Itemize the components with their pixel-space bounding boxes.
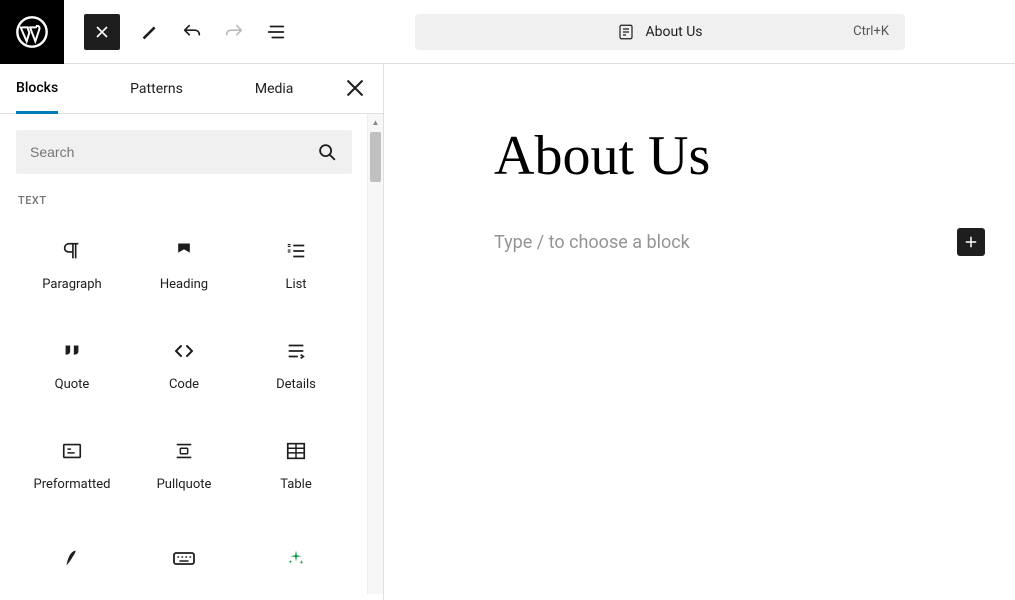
- tools-button[interactable]: [132, 14, 168, 50]
- preformatted-icon: [60, 439, 84, 463]
- keyboard-icon: [172, 546, 196, 570]
- inserter-scrollbar[interactable]: ▲: [367, 114, 383, 594]
- paragraph-icon: [60, 239, 84, 263]
- table-icon: [284, 439, 308, 463]
- page-icon: [617, 23, 635, 41]
- close-inserter-button[interactable]: [84, 14, 120, 50]
- block-table[interactable]: Table: [240, 415, 352, 515]
- tab-blocks[interactable]: Blocks: [16, 64, 58, 114]
- close-inserter-icon[interactable]: [345, 78, 365, 98]
- tab-patterns[interactable]: Patterns: [130, 64, 183, 114]
- block-pullquote[interactable]: Pullquote: [128, 415, 240, 515]
- document-overview-button[interactable]: [258, 14, 294, 50]
- quote-icon: [60, 339, 84, 363]
- command-shortcut: Ctrl+K: [853, 24, 889, 39]
- section-label-text: TEXT: [18, 194, 350, 207]
- pullquote-icon: [172, 439, 196, 463]
- block-placeholder[interactable]: Type / to choose a block: [494, 232, 957, 253]
- editor-canvas[interactable]: About Us Type / to choose a block: [384, 64, 1015, 600]
- inserter-tabs: Blocks Patterns Media: [0, 64, 383, 114]
- command-title: About Us: [645, 24, 702, 40]
- ai-sparkle-icon: [284, 546, 308, 570]
- undo-button[interactable]: [174, 14, 210, 50]
- block-quote[interactable]: Quote: [16, 315, 128, 415]
- redo-button[interactable]: [216, 14, 252, 50]
- command-center[interactable]: About Us Ctrl+K: [415, 14, 905, 50]
- heading-icon: [172, 239, 196, 263]
- page-title[interactable]: About Us: [494, 124, 945, 188]
- verse-icon: [60, 546, 84, 570]
- block-heading[interactable]: Heading: [128, 215, 240, 315]
- add-block-button[interactable]: [957, 228, 985, 256]
- scroll-up-arrow-icon[interactable]: ▲: [368, 114, 383, 130]
- details-icon: [284, 339, 308, 363]
- block-inserter-panel: Blocks Patterns Media TEXT Paragraph: [0, 64, 384, 600]
- search-icon: [316, 141, 338, 163]
- search-input[interactable]: [30, 144, 316, 160]
- block-details[interactable]: Details: [240, 315, 352, 415]
- block-ai[interactable]: [240, 515, 352, 600]
- block-preformatted[interactable]: Preformatted: [16, 415, 128, 515]
- block-list[interactable]: List: [240, 215, 352, 315]
- block-classic[interactable]: [128, 515, 240, 600]
- search-box[interactable]: [16, 130, 352, 174]
- code-icon: [172, 339, 196, 363]
- block-code[interactable]: Code: [128, 315, 240, 415]
- scrollbar-thumb[interactable]: [370, 132, 381, 182]
- block-verse[interactable]: [16, 515, 128, 600]
- top-bar: About Us Ctrl+K: [0, 0, 1015, 64]
- block-paragraph[interactable]: Paragraph: [16, 215, 128, 315]
- tab-media[interactable]: Media: [255, 64, 294, 114]
- wordpress-logo[interactable]: [0, 0, 64, 64]
- list-icon: [284, 239, 308, 263]
